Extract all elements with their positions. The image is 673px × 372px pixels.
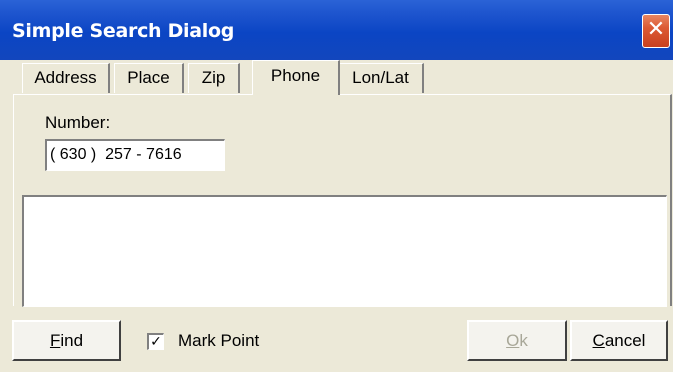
close-button[interactable]: ✕ bbox=[642, 14, 670, 48]
close-icon: ✕ bbox=[646, 17, 666, 42]
number-label: Number: bbox=[45, 113, 111, 132]
mark-point-label[interactable]: Mark Point bbox=[178, 331, 259, 351]
tab-address[interactable]: Address bbox=[22, 63, 110, 93]
tab-label: Place bbox=[127, 68, 170, 87]
results-list[interactable] bbox=[22, 195, 667, 307]
ok-label: k bbox=[519, 331, 528, 350]
phone-number-value: ( 630 ) 257 - 7616 bbox=[50, 146, 182, 163]
tab-zip[interactable]: Zip bbox=[188, 63, 240, 93]
check-icon: ✓ bbox=[150, 333, 162, 349]
ok-button[interactable]: Ok bbox=[467, 320, 567, 361]
cancel-label: ancel bbox=[604, 331, 646, 350]
find-button[interactable]: Find bbox=[12, 320, 121, 361]
find-label: ind bbox=[60, 331, 84, 350]
mark-point-checkbox[interactable]: ✓ bbox=[147, 333, 164, 350]
tab-label: Zip bbox=[201, 68, 226, 87]
find-mnemonic: F bbox=[49, 331, 61, 350]
cancel-button[interactable]: Cancel bbox=[570, 320, 668, 361]
tab-phone[interactable]: Phone bbox=[252, 60, 340, 95]
cancel-mnemonic: C bbox=[592, 331, 605, 350]
ok-mnemonic: O bbox=[506, 331, 520, 350]
tab-label: Lon/Lat bbox=[352, 68, 409, 87]
title-bar: Simple Search Dialog ✕ bbox=[0, 0, 673, 60]
tab-label: Phone bbox=[270, 66, 321, 85]
tab-lon-lat[interactable]: Lon/Lat bbox=[338, 63, 424, 93]
window-title: Simple Search Dialog bbox=[12, 20, 235, 42]
phone-number-input[interactable]: ( 630 ) 257 - 7616 bbox=[45, 139, 225, 171]
tab-label: Address bbox=[34, 68, 97, 87]
tab-place[interactable]: Place bbox=[114, 63, 184, 93]
